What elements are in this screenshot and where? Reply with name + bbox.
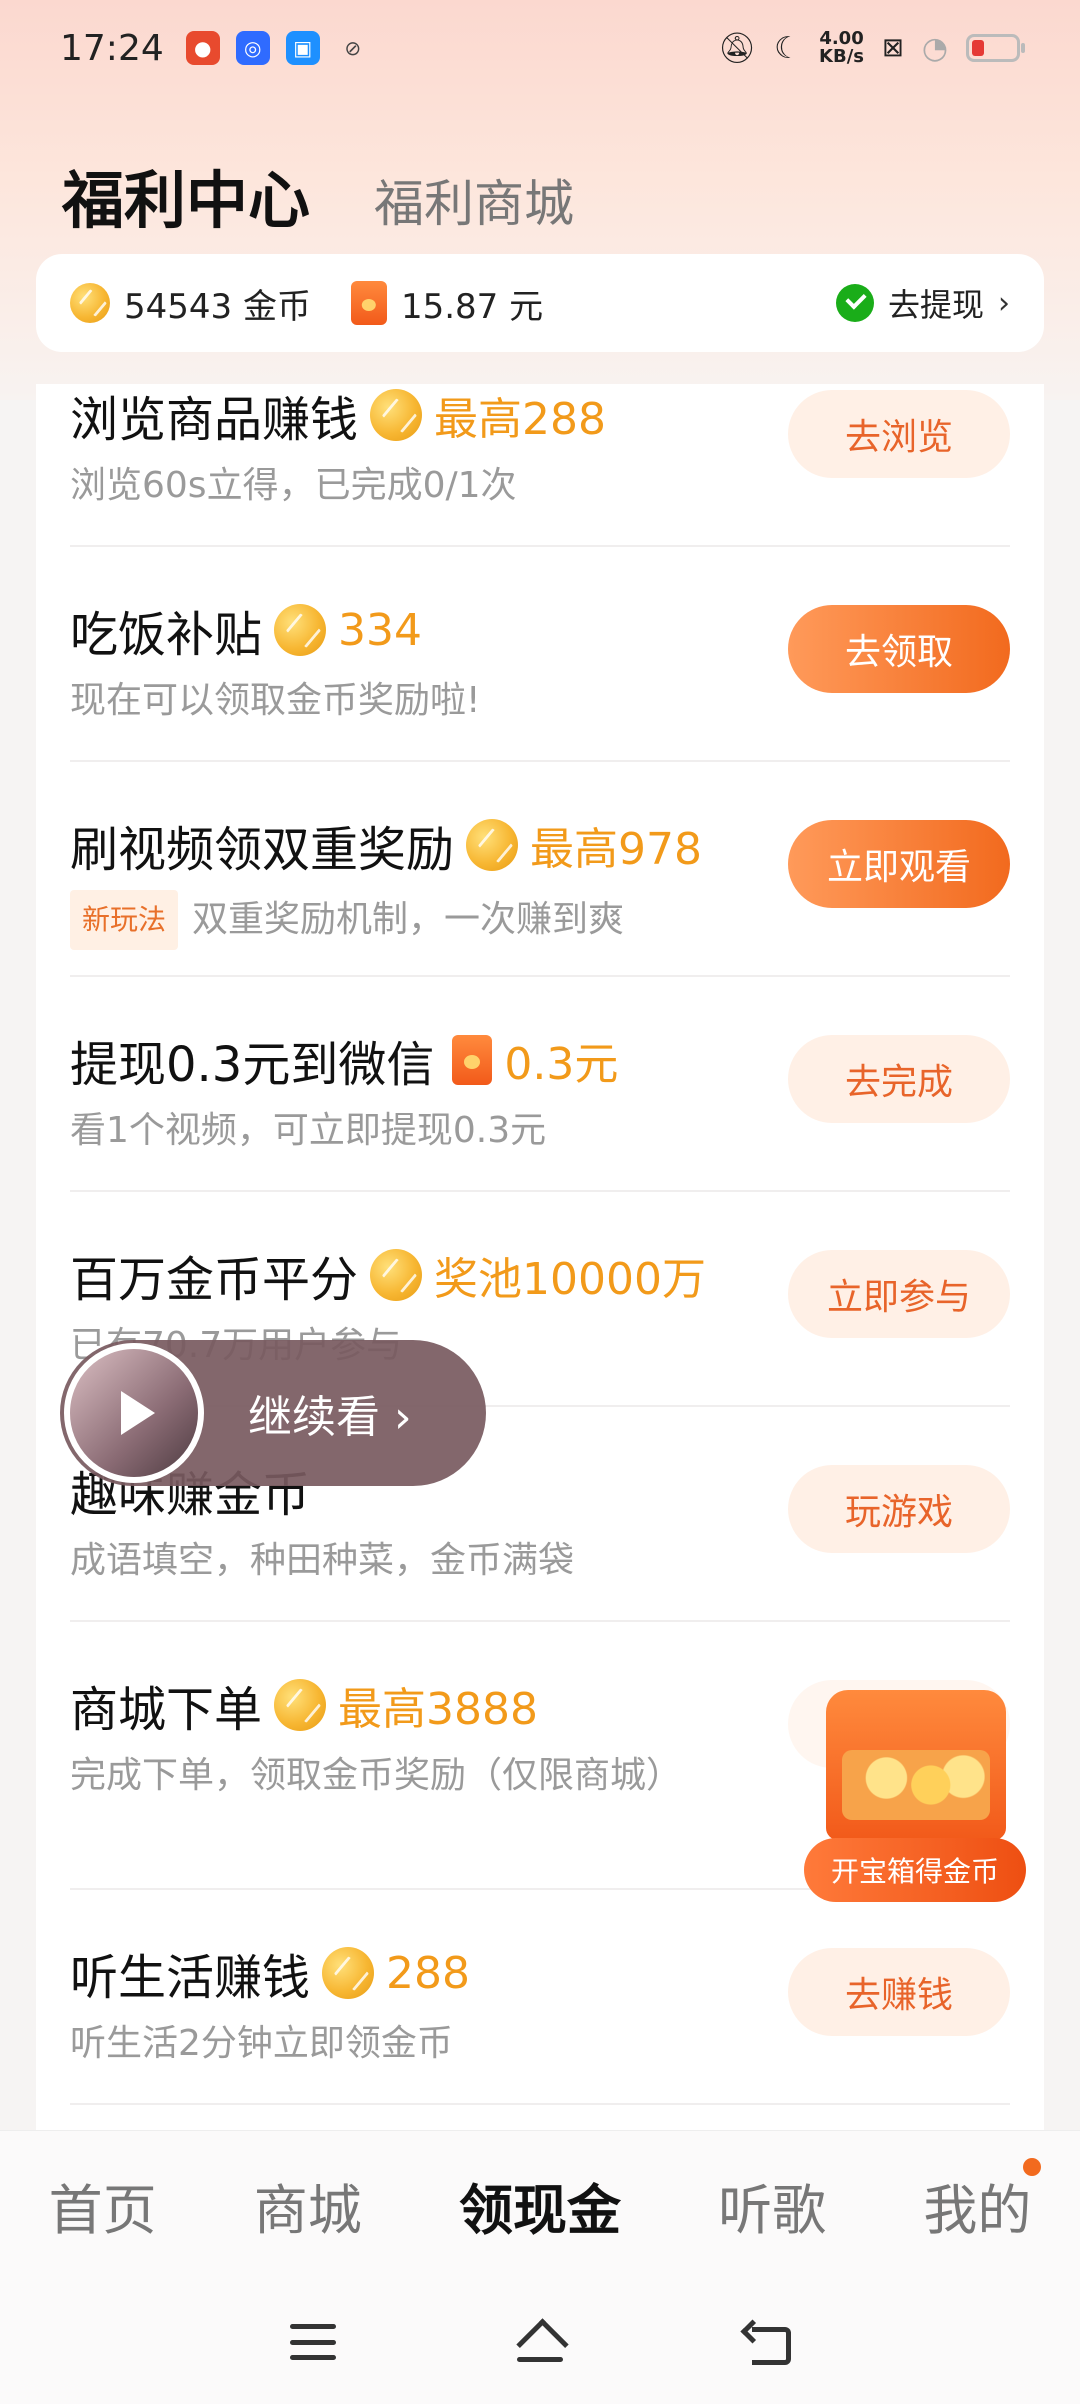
wechat-icon xyxy=(835,284,874,322)
task-title: 浏览商品赚钱 xyxy=(70,392,359,448)
moon-icon: ☾ xyxy=(774,30,802,66)
chevron-right-icon: › xyxy=(998,285,1010,321)
app-notification-icon: ▣ xyxy=(285,31,320,65)
status-bar: 17:24 ● ◎ ▣ ⊘ 🔕︎ ☾ 4.00 KB/s ⊠ ◔ xyxy=(0,0,1080,96)
mute-icon: 🔕︎ xyxy=(718,30,757,66)
wifi-icon: ◔ xyxy=(921,30,948,66)
coin-icon xyxy=(70,283,110,323)
task-title: 商城下单 xyxy=(70,1682,263,1738)
back-icon[interactable] xyxy=(744,2323,792,2365)
tab-music[interactable]: 听歌 xyxy=(718,2166,826,2245)
tab-welfare-center[interactable]: 福利中心 xyxy=(62,150,310,240)
red-packet-icon xyxy=(452,1035,493,1085)
task-desc: 看1个视频，可立即提现0.3元 xyxy=(70,1110,547,1151)
app-notification-icon: ◎ xyxy=(235,31,270,65)
task-item: 吃饭补贴 334 现在可以领取金币奖励啦! 去领取 xyxy=(70,547,1010,762)
tab-home[interactable]: 首页 xyxy=(49,2166,157,2245)
task-desc: 双重奖励机制，一次赚到爽 xyxy=(192,899,625,940)
task-item: 听生活赚钱 288 听生活2分钟立即领金币 去赚钱 xyxy=(70,1890,1010,2105)
app-notification-icon: ● xyxy=(185,31,220,65)
play-icon xyxy=(121,1391,155,1435)
coin-icon xyxy=(274,604,327,656)
join-button[interactable]: 立即参与 xyxy=(788,1250,1010,1338)
task-desc: 成语填空，种田种菜，金币满袋 xyxy=(70,1540,575,1581)
coin-balance[interactable]: 54543 金币 xyxy=(70,279,311,328)
task-reward: 334 xyxy=(338,604,422,656)
treasure-chest-label: 开宝箱得金币 xyxy=(804,1838,1026,1902)
task-title: 吃饭补贴 xyxy=(70,607,263,663)
system-nav-bar xyxy=(0,2280,1080,2404)
watch-now-button[interactable]: 立即观看 xyxy=(788,820,1010,908)
treasure-chest-widget[interactable]: 开宝箱得金币 xyxy=(804,1690,1026,1902)
video-thumbnail xyxy=(64,1343,204,1483)
complete-button[interactable]: 去完成 xyxy=(788,1035,1010,1123)
notification-dot xyxy=(1023,2158,1042,2176)
task-reward: 最高978 xyxy=(530,824,702,875)
treasure-chest-icon xyxy=(826,1690,1006,1840)
task-desc: 现在可以领取金币奖励啦! xyxy=(70,680,481,721)
task-desc: 浏览60s立得，已完成0/1次 xyxy=(70,465,517,506)
task-reward: 奖池10000万 xyxy=(434,1254,706,1305)
tab-welfare-mall[interactable]: 福利商城 xyxy=(374,164,574,240)
claim-button[interactable]: 去领取 xyxy=(788,605,1010,693)
balance-card: 54543 金币 15.87 元 去提现 › xyxy=(36,254,1044,352)
continue-watching-button[interactable]: 继续看 › xyxy=(60,1340,486,1486)
red-packet-icon xyxy=(350,281,387,325)
tab-mall[interactable]: 商城 xyxy=(254,2166,362,2245)
task-reward: 最高3888 xyxy=(338,1684,538,1735)
task-title: 百万金币平分 xyxy=(70,1252,359,1308)
home-icon[interactable] xyxy=(515,2322,565,2362)
browse-button[interactable]: 去浏览 xyxy=(788,390,1010,478)
task-reward: 最高288 xyxy=(434,394,606,445)
task-reward: 0.3元 xyxy=(504,1039,619,1090)
coin-icon xyxy=(370,1249,423,1301)
task-item: 刷视频领双重奖励 最高978 新玩法 双重奖励机制，一次赚到爽 立即观看 xyxy=(70,762,1010,977)
coin-icon xyxy=(370,389,423,441)
battery-icon xyxy=(966,34,1025,62)
task-desc: 听生活2分钟立即领金币 xyxy=(70,2023,453,2064)
earn-money-button[interactable]: 去赚钱 xyxy=(788,1948,1010,2036)
task-title: 提现0.3元到微信 xyxy=(70,1037,435,1093)
task-reward: 288 xyxy=(386,1947,470,1999)
coin-icon xyxy=(274,1679,327,1731)
cash-balance[interactable]: 15.87 元 xyxy=(350,279,543,328)
continue-watching-label: 继续看 › xyxy=(248,1392,412,1443)
network-speed: 4.00 KB/s xyxy=(819,28,865,67)
tab-me[interactable]: 我的 xyxy=(923,2158,1042,2245)
new-play-badge: 新玩法 xyxy=(70,890,179,950)
task-item: 浏览商品赚钱 最高288 浏览60s立得，已完成0/1次 去浏览 xyxy=(70,384,1010,547)
sim-off-icon: ⊠ xyxy=(882,33,904,63)
withdraw-button[interactable]: 去提现 › xyxy=(835,280,1010,326)
menu-icon[interactable] xyxy=(289,2324,336,2360)
header-tabs: 福利中心 福利商城 xyxy=(62,150,574,240)
tab-get-cash[interactable]: 领现金 xyxy=(459,2166,621,2245)
coin-icon xyxy=(322,1947,375,1999)
bottom-tab-bar: 首页 商城 领现金 听歌 我的 xyxy=(0,2130,1080,2280)
status-time: 17:24 xyxy=(60,27,164,69)
notification-icons: ● ◎ ▣ ⊘ xyxy=(185,31,370,65)
task-title: 刷视频领双重奖励 xyxy=(70,822,455,878)
task-desc: 完成下单，领取金币奖励（仅限商城） xyxy=(70,1755,683,1796)
app-notification-icon: ⊘ xyxy=(344,36,362,60)
task-item: 提现0.3元到微信 0.3元 看1个视频，可立即提现0.3元 去完成 xyxy=(70,977,1010,1192)
play-game-button[interactable]: 玩游戏 xyxy=(788,1465,1010,1553)
coin-icon xyxy=(466,819,519,871)
task-title: 听生活赚钱 xyxy=(70,1950,311,2006)
